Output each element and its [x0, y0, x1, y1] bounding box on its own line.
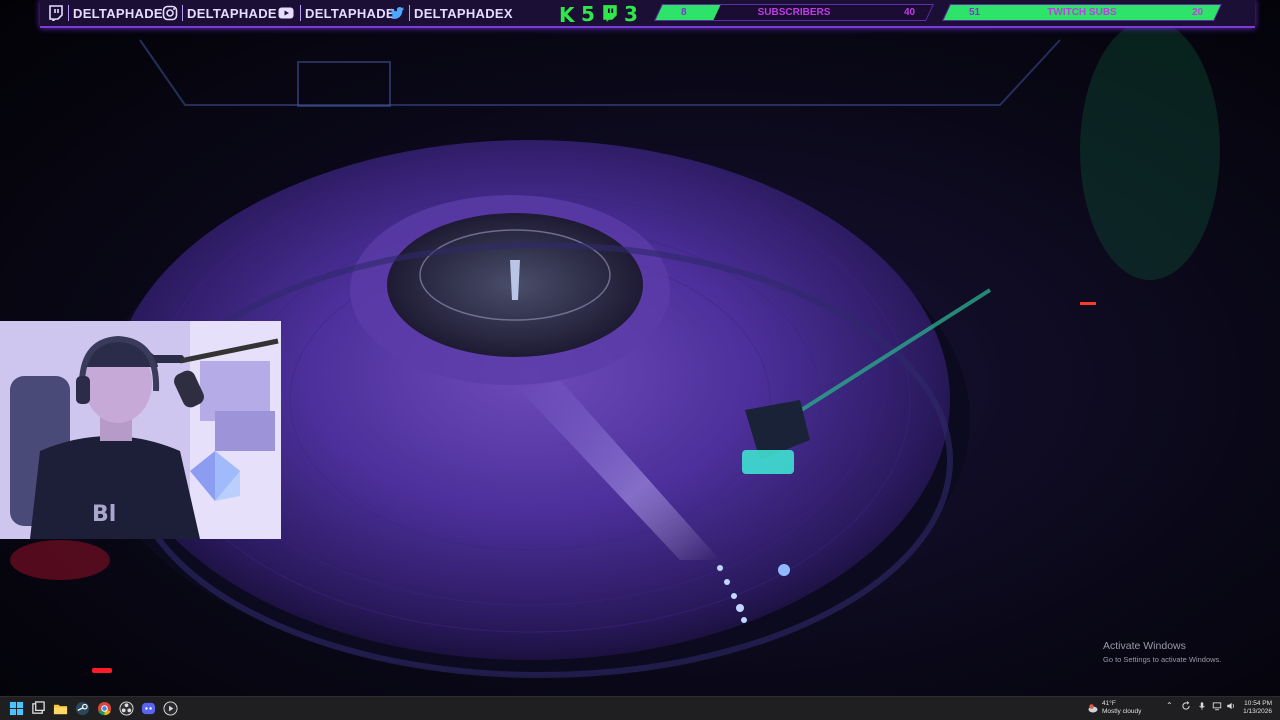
system-clock[interactable]: 10:54 PM 1/13/2026 [1240, 700, 1272, 716]
media-player-icon[interactable] [163, 701, 178, 716]
social-youtube[interactable]: DELTAPHADE [276, 4, 395, 22]
streamer-webcam-image: Bl [0, 321, 281, 539]
windows-taskbar: 41°F Mostly cloudy ⌃ 10:54 PM 1/13/2026 [0, 696, 1280, 720]
social-twitter[interactable]: DELTAPHADEX [389, 4, 513, 22]
divider [182, 5, 183, 21]
kick-follower-count: 5 [581, 2, 595, 26]
divider [409, 5, 410, 21]
weather-temperature: 41°F [1102, 700, 1116, 707]
twitch-handle: DELTAPHADE [73, 5, 163, 21]
twitch-subs-goal-label: TWITCH SUBS [1047, 7, 1117, 18]
weather-description: Mostly cloudy [1102, 708, 1142, 715]
windows-start-icon[interactable] [9, 701, 24, 716]
webcam-feed: Bl [0, 321, 281, 539]
divider [68, 5, 69, 21]
subscribers-goal-bar: 8 SUBSCRIBERS 40 [654, 4, 934, 21]
twitch-follower-count: 3 [624, 2, 638, 26]
social-instagram[interactable]: DELTAPHADE [162, 4, 277, 22]
network-icon[interactable] [1212, 701, 1222, 711]
twitch-icon [49, 5, 63, 21]
activate-windows-subtitle: Go to Settings to activate Windows. [1103, 655, 1222, 664]
file-explorer-icon[interactable] [53, 701, 68, 716]
twitch-count-icon [603, 5, 617, 22]
svg-text:Bl: Bl [92, 502, 116, 527]
refresh-icon[interactable] [1181, 701, 1191, 711]
instagram-icon [162, 5, 178, 21]
chevron-up-icon[interactable]: ⌃ [1166, 701, 1173, 710]
stream-overlay-bar: DELTAPHADE DELTAPHADE DELTAPHADE DELTAPH… [40, 0, 1255, 28]
cloud-icon [1088, 704, 1098, 713]
steam-icon[interactable] [75, 701, 90, 716]
task-view-icon[interactable] [31, 701, 46, 716]
discord-icon[interactable] [141, 701, 156, 716]
twitter-icon [390, 7, 404, 19]
youtube-handle: DELTAPHADE [305, 5, 395, 21]
volume-icon[interactable] [1226, 701, 1236, 711]
weather-widget[interactable]: 41°F Mostly cloudy [1087, 700, 1141, 716]
instagram-handle: DELTAPHADE [187, 5, 277, 21]
clock-date: 1/13/2026 [1243, 708, 1272, 715]
chrome-icon[interactable] [97, 701, 112, 716]
activate-windows-title: Activate Windows [1103, 640, 1186, 652]
kick-logo: K [559, 3, 575, 27]
youtube-icon [278, 7, 294, 19]
twitch-subs-goal-target: 20 [1191, 7, 1203, 18]
divider [300, 5, 301, 21]
activate-windows-watermark: Activate Windows Go to Settings to activ… [1103, 640, 1221, 664]
subscribers-goal-target: 40 [903, 7, 915, 18]
social-twitch[interactable]: DELTAPHADE [48, 4, 163, 22]
obs-icon[interactable] [119, 701, 134, 716]
microphone-icon[interactable] [1197, 701, 1207, 711]
subscribers-goal-label: SUBSCRIBERS [757, 7, 831, 18]
clock-time: 10:54 PM [1244, 700, 1272, 707]
twitter-handle: DELTAPHADEX [414, 5, 513, 21]
twitch-subs-goal-bar: 51 TWITCH SUBS 20 [942, 4, 1222, 21]
